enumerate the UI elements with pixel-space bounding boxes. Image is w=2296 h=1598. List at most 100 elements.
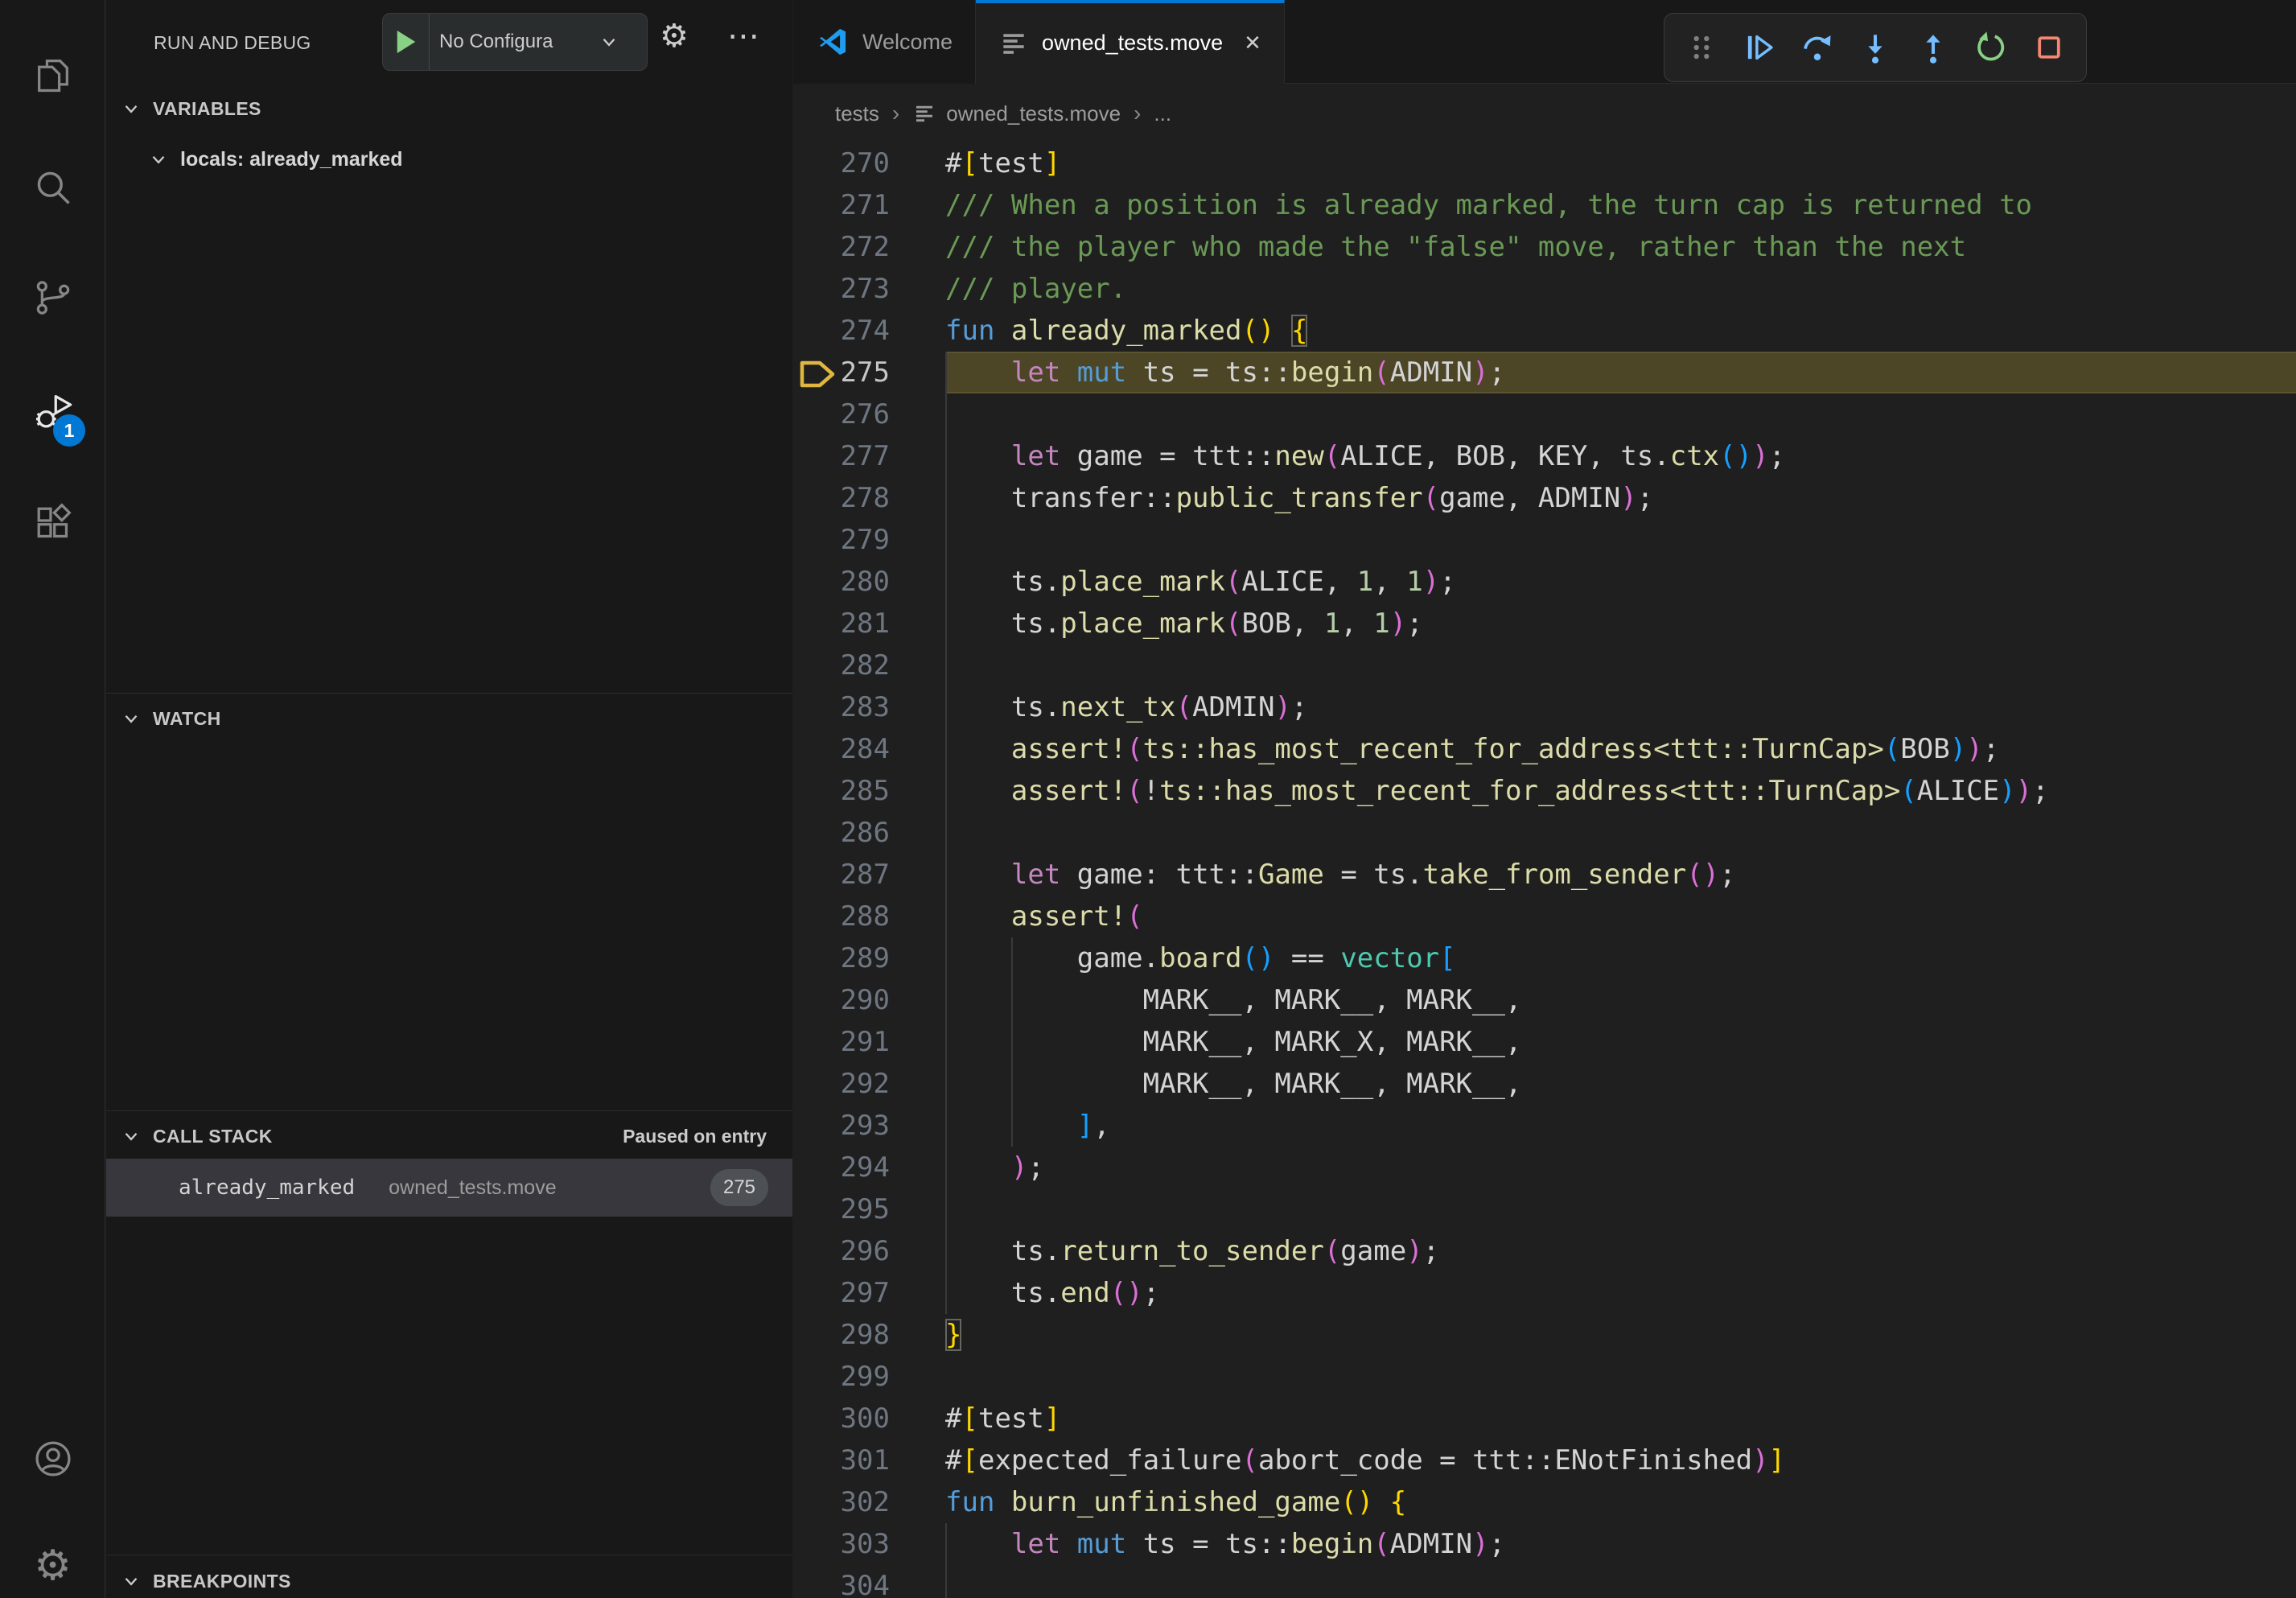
close-icon[interactable]: ✕ <box>1244 31 1261 56</box>
code-line-content: MARK__, MARK_X, MARK__, <box>945 1021 1521 1063</box>
line-number: 296 <box>793 1230 890 1272</box>
code-line-291[interactable]: 291 MARK__, MARK_X, MARK__, <box>793 1021 2296 1063</box>
section-divider <box>106 693 792 694</box>
code-line-276[interactable]: 276 <box>793 393 2296 435</box>
step-over-button[interactable] <box>1798 28 1837 67</box>
code-line-content: ); <box>945 1147 1044 1188</box>
code-line-content: ts.place_mark(BOB, 1, 1); <box>945 603 1423 645</box>
code-line-301[interactable]: 301#[expected_failure(abort_code = ttt::… <box>793 1439 2296 1481</box>
more-actions-icon[interactable]: ⋯ <box>727 18 761 55</box>
watch-section-header[interactable]: WATCH <box>106 698 792 739</box>
code-line-295[interactable]: 295 <box>793 1188 2296 1230</box>
code-line-283[interactable]: 283 ts.next_tx(ADMIN); <box>793 686 2296 728</box>
code-line-289[interactable]: 289 game.board() == vector[ <box>793 937 2296 979</box>
code-line-281[interactable]: 281 ts.place_mark(BOB, 1, 1); <box>793 603 2296 645</box>
code-line-content: ts.end(); <box>945 1272 1159 1314</box>
code-line-282[interactable]: 282 <box>793 645 2296 686</box>
step-out-button[interactable] <box>1914 28 1952 67</box>
breadcrumb-separator: › <box>1134 101 1141 126</box>
step-into-button[interactable] <box>1856 28 1895 67</box>
explorer-icon <box>32 54 74 96</box>
code-line-270[interactable]: 270#[test] <box>793 142 2296 184</box>
code-line-302[interactable]: 302fun burn_unfinished_game() { <box>793 1481 2296 1523</box>
activity-bar-item-search[interactable] <box>0 149 105 226</box>
code-line-content: assert!( <box>945 896 1143 937</box>
line-number: 282 <box>793 645 890 686</box>
code-line-274[interactable]: 274fun already_marked() { <box>793 310 2296 352</box>
code-line-275[interactable]: 275 let mut ts = ts::begin(ADMIN); <box>793 352 2296 393</box>
restart-icon <box>1973 30 2009 65</box>
code-line-278[interactable]: 278 transfer::public_transfer(game, ADMI… <box>793 477 2296 519</box>
activity-bar-item-settings-gear[interactable]: ⚙ <box>0 1527 105 1598</box>
line-number: 293 <box>793 1105 890 1147</box>
code-line-272[interactable]: 272/// the player who made the "false" m… <box>793 226 2296 268</box>
stop-icon <box>2031 30 2067 65</box>
line-number: 271 <box>793 184 890 226</box>
code-line-277[interactable]: 277 let game = ttt::new(ALICE, BOB, KEY,… <box>793 435 2296 477</box>
code-line-287[interactable]: 287 let game: ttt::Game = ts.take_from_s… <box>793 854 2296 896</box>
code-line-299[interactable]: 299 <box>793 1356 2296 1398</box>
code-line-298[interactable]: 298} <box>793 1314 2296 1356</box>
call-stack-frame-row[interactable]: already_marked owned_tests.move 275 <box>106 1159 792 1217</box>
drag-button[interactable] <box>1682 28 1721 67</box>
editor-group: Welcomeowned_tests.move✕ tests›owned_tes… <box>793 0 2296 1598</box>
stop-button[interactable] <box>2030 28 2068 67</box>
code-line-288[interactable]: 288 assert!( <box>793 896 2296 937</box>
code-line-271[interactable]: 271/// When a position is already marked… <box>793 184 2296 226</box>
code-line-285[interactable]: 285 assert!(!ts::has_most_recent_for_add… <box>793 770 2296 812</box>
line-number: 272 <box>793 226 890 268</box>
code-line-content: } <box>945 1314 961 1356</box>
code-line-286[interactable]: 286 <box>793 812 2296 854</box>
activity-bar-item-extensions[interactable] <box>0 484 105 562</box>
code-line-content: assert!(!ts::has_most_recent_for_address… <box>945 770 2049 812</box>
launch-settings-gear-icon[interactable]: ⚙ <box>660 18 689 55</box>
line-number: 295 <box>793 1188 890 1230</box>
call-stack-section-header[interactable]: CALL STACK Paused on entry <box>106 1116 792 1156</box>
debug-toolbar <box>1664 13 2087 82</box>
code-line-279[interactable]: 279 <box>793 519 2296 561</box>
debug-config-dropdown[interactable]: No Configura <box>382 13 648 71</box>
code-line-290[interactable]: 290 MARK__, MARK__, MARK__, <box>793 979 2296 1021</box>
tab-owned-tests-move[interactable]: owned_tests.move✕ <box>976 0 1285 84</box>
code-line-297[interactable]: 297 ts.end(); <box>793 1272 2296 1314</box>
line-number: 300 <box>793 1398 890 1439</box>
activity-bar-item-explorer[interactable] <box>0 36 105 113</box>
restart-button[interactable] <box>1972 28 2010 67</box>
activity-bar-item-source-control[interactable] <box>0 259 105 336</box>
line-number: 270 <box>793 142 890 184</box>
tab-label: Welcome <box>862 30 953 55</box>
code-line-content: ts.return_to_sender(game); <box>945 1230 1439 1272</box>
code-editor[interactable]: 270#[test]271/// When a position is alre… <box>793 142 2296 1598</box>
code-line-284[interactable]: 284 assert!(ts::has_most_recent_for_addr… <box>793 728 2296 770</box>
tab-welcome[interactable]: Welcome <box>793 0 976 84</box>
vscode-logo-icon <box>816 25 850 59</box>
start-debugging-icon[interactable] <box>383 14 430 70</box>
line-number: 274 <box>793 310 890 352</box>
activity-bar-item-account[interactable] <box>0 1420 105 1497</box>
code-line-300[interactable]: 300#[test] <box>793 1398 2296 1439</box>
line-number: 273 <box>793 268 890 310</box>
code-line-304[interactable]: 304 <box>793 1565 2296 1598</box>
line-number: 303 <box>793 1523 890 1565</box>
chevron-down-icon <box>121 708 142 729</box>
search-icon <box>32 167 74 208</box>
variables-locals-scope[interactable]: locals: already_marked <box>106 138 792 180</box>
code-line-293[interactable]: 293 ], <box>793 1105 2296 1147</box>
activity-bar-item-run-debug[interactable]: 1 <box>0 373 105 450</box>
code-line-296[interactable]: 296 ts.return_to_sender(game); <box>793 1230 2296 1272</box>
breakpoints-section-header[interactable]: BREAKPOINTS <box>106 1561 792 1598</box>
code-line-content: MARK__, MARK__, MARK__, <box>945 1063 1521 1105</box>
variables-section-header[interactable]: VARIABLES <box>106 89 792 129</box>
breadcrumb-item[interactable]: owned_tests.move <box>912 101 1121 126</box>
breadcrumb-item[interactable]: tests <box>835 101 879 126</box>
stack-frame-file: owned_tests.move <box>389 1176 556 1200</box>
continue-button[interactable] <box>1740 28 1779 67</box>
code-line-292[interactable]: 292 MARK__, MARK__, MARK__, <box>793 1063 2296 1105</box>
breadcrumb-item[interactable]: ... <box>1154 101 1171 126</box>
step-over-icon <box>1800 30 1835 65</box>
code-line-294[interactable]: 294 ); <box>793 1147 2296 1188</box>
code-line-280[interactable]: 280 ts.place_mark(ALICE, 1, 1); <box>793 561 2296 603</box>
code-line-content: let game: ttt::Game = ts.take_from_sende… <box>945 854 1736 896</box>
code-line-273[interactable]: 273/// player. <box>793 268 2296 310</box>
code-line-303[interactable]: 303 let mut ts = ts::begin(ADMIN); <box>793 1523 2296 1565</box>
